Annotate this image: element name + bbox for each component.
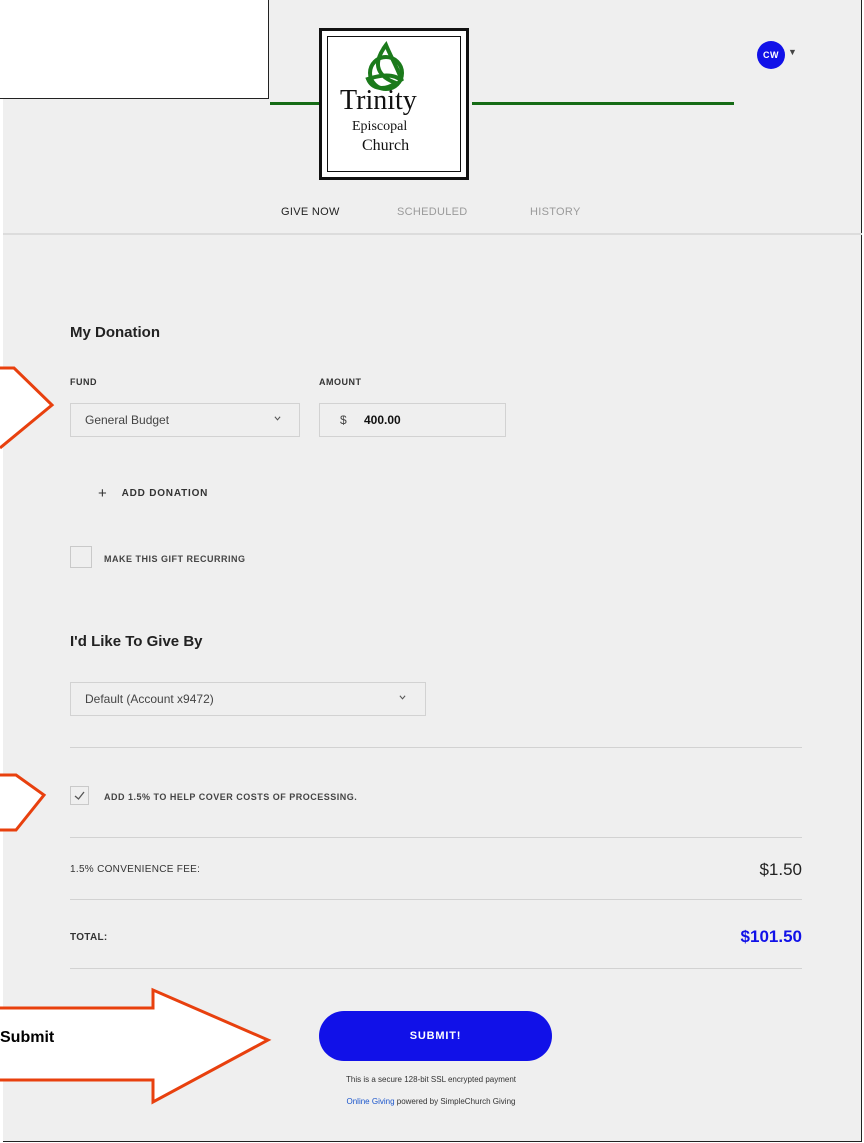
processing-callout-arrow [0,773,47,832]
fund-callout-arrow [0,366,55,450]
submit-callout-text: Submit [0,1029,55,1046]
annotation-callouts [0,366,272,1105]
